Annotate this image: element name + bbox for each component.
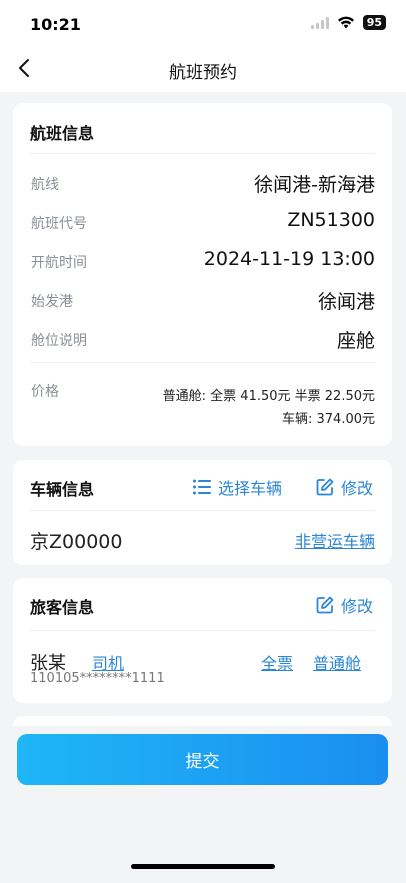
flight-info-card: 航班信息 航线 徐闻港-新海港 航班代号 ZN51300 开航时间 2024-1… bbox=[13, 103, 392, 446]
price-passenger: 普通舱: 全票 41.50元 半票 22.50元 bbox=[162, 389, 375, 404]
cellular-signal-icon bbox=[310, 16, 329, 29]
departure-time-value: 2024-11-19 13:00 bbox=[203, 248, 375, 270]
flight-code-value: ZN51300 bbox=[287, 209, 375, 231]
edit-passenger-button[interactable]: 修改 bbox=[315, 593, 373, 617]
edit-icon bbox=[316, 478, 334, 496]
header: 10:21 95 航班预约 bbox=[0, 0, 406, 92]
departure-time-label: 开航时间 bbox=[31, 255, 87, 271]
origin-port-label: 始发港 bbox=[31, 294, 73, 310]
passenger-info-title: 旅客信息 bbox=[30, 598, 95, 617]
edit-passenger-label: 修改 bbox=[341, 597, 374, 616]
price-label: 价格 bbox=[31, 384, 59, 400]
battery-icon: 95 bbox=[362, 15, 386, 30]
vehicle-info-card: 车辆信息 选择车辆 修改 京Z00000 非营运车辆 bbox=[13, 460, 392, 565]
cabin-class-link[interactable]: 普通舱 bbox=[313, 650, 361, 674]
edit-vehicle-button[interactable]: 修改 bbox=[315, 475, 373, 499]
flight-info-title: 航班信息 bbox=[30, 124, 95, 143]
vehicle-info-title: 车辆信息 bbox=[30, 480, 95, 499]
select-vehicle-button[interactable]: 选择车辆 bbox=[192, 475, 282, 499]
divider bbox=[30, 153, 375, 154]
passenger-info-card: 旅客信息 修改 张某 司机 110105********1111 全票 普通舱 bbox=[13, 578, 392, 703]
price-vehicle: 车辆: 374.00元 bbox=[282, 412, 375, 427]
divider bbox=[30, 510, 375, 511]
route-label: 航线 bbox=[31, 177, 59, 193]
edit-vehicle-label: 修改 bbox=[341, 479, 374, 498]
vehicle-type-link[interactable]: 非营运车辆 bbox=[295, 528, 375, 552]
status-time: 10:21 bbox=[30, 15, 81, 34]
flight-code-label: 航班代号 bbox=[31, 216, 87, 232]
divider bbox=[30, 362, 375, 363]
submit-button[interactable]: 提交 bbox=[17, 734, 388, 785]
origin-port-value: 徐闻港 bbox=[317, 291, 375, 313]
cabin-desc-value: 座舱 bbox=[336, 330, 375, 352]
list-icon bbox=[193, 479, 211, 495]
home-indicator bbox=[131, 864, 275, 869]
next-card-edge bbox=[13, 716, 392, 726]
vehicle-plate: 京Z00000 bbox=[30, 531, 123, 553]
edit-icon bbox=[316, 596, 334, 614]
cabin-desc-label: 舱位说明 bbox=[31, 333, 87, 349]
passenger-id-number: 110105********1111 bbox=[30, 671, 165, 686]
route-value: 徐闻港-新海港 bbox=[254, 174, 375, 196]
divider bbox=[30, 630, 375, 631]
wifi-icon bbox=[337, 16, 354, 29]
ticket-type-link[interactable]: 全票 bbox=[261, 650, 293, 674]
select-vehicle-label: 选择车辆 bbox=[218, 479, 283, 498]
page-title: 航班预约 bbox=[169, 63, 237, 83]
status-icons: 95 bbox=[310, 15, 386, 30]
